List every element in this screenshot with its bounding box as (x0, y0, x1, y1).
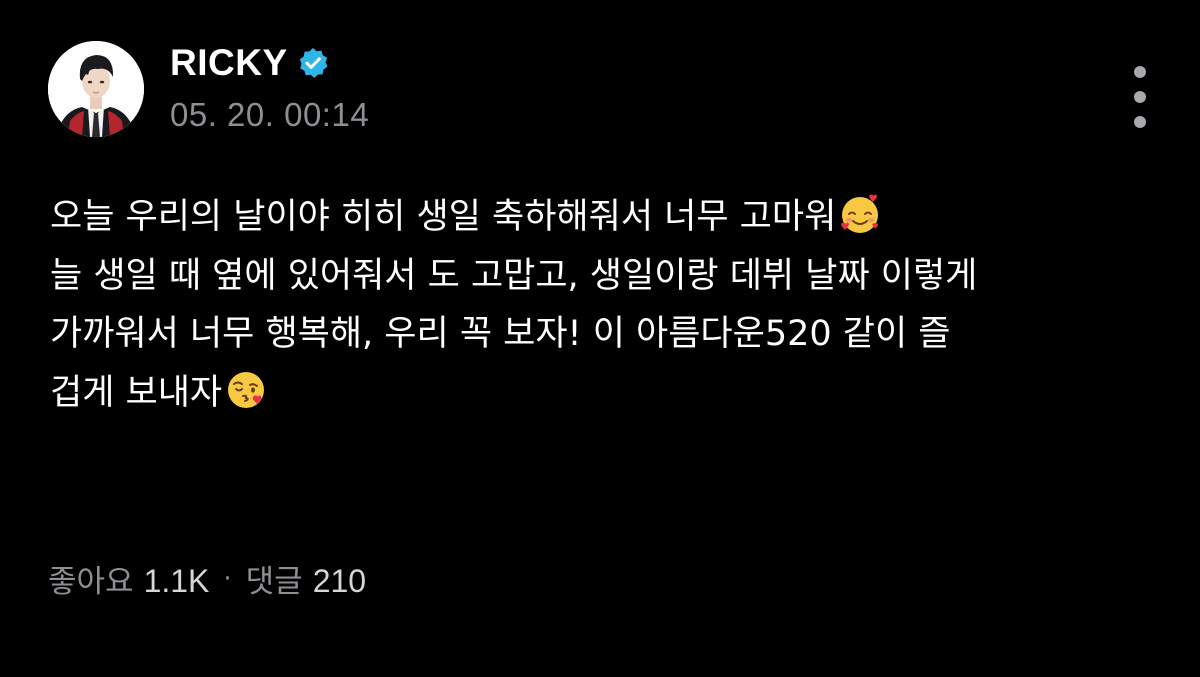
comments-count: 210 (312, 563, 367, 599)
post-body-line-2: 늘 생일 때 옆에 있어줘서 도 고맙고, 생일이랑 데뷔 날짜 이렇게 (50, 255, 978, 296)
post-body: 오늘 우리의 날이야 히히 생일 축하해줘서 너무 고마워 늘 생일 때 옆에 … (50, 188, 1160, 422)
likes-stat[interactable]: 좋아요 1.1K (48, 556, 209, 601)
face-blowing-a-kiss-icon (224, 368, 268, 412)
post-card: RICKY 05. 20. 00:14 오늘 우리의 날이야 히히 생일 축하해… (0, 0, 1200, 677)
post-text: 오늘 우리의 날이야 히히 생일 축하해줘서 너무 고마워 (50, 197, 837, 237)
more-vertical-icon (1134, 66, 1146, 78)
post-stats: 좋아요 1.1K · 댓글 210 (48, 556, 366, 601)
likes-label: 좋아요 (48, 564, 134, 600)
likes-count: 1.1K (143, 563, 210, 599)
post-body-line-1: 오늘 우리의 날이야 히히 생일 축하해줘서 너무 고마워 (50, 188, 1160, 247)
more-vertical-icon-dot (1134, 91, 1146, 103)
author-row: RICKY (170, 40, 330, 86)
comments-stat[interactable]: 댓글 210 (246, 556, 366, 601)
post-body-line-4: 겁게 보내자 (50, 364, 1160, 423)
verified-badge-icon (296, 46, 330, 80)
more-options-button[interactable] (1122, 66, 1158, 128)
post-text: 겁게 보내자 (50, 372, 223, 413)
stats-separator: · (223, 563, 232, 594)
comments-label: 댓글 (245, 564, 303, 600)
smiling-face-with-hearts-icon (838, 192, 882, 236)
username[interactable]: RICKY (170, 42, 288, 84)
post-timestamp: 05. 20. 00:14 (170, 96, 370, 133)
more-vertical-icon-dot (1134, 116, 1146, 128)
avatar[interactable] (48, 41, 144, 137)
post-body-line-3: 가까워서 너무 행복해, 우리 꼭 보자! 이 아름다운520 같이 즐 (50, 314, 951, 354)
